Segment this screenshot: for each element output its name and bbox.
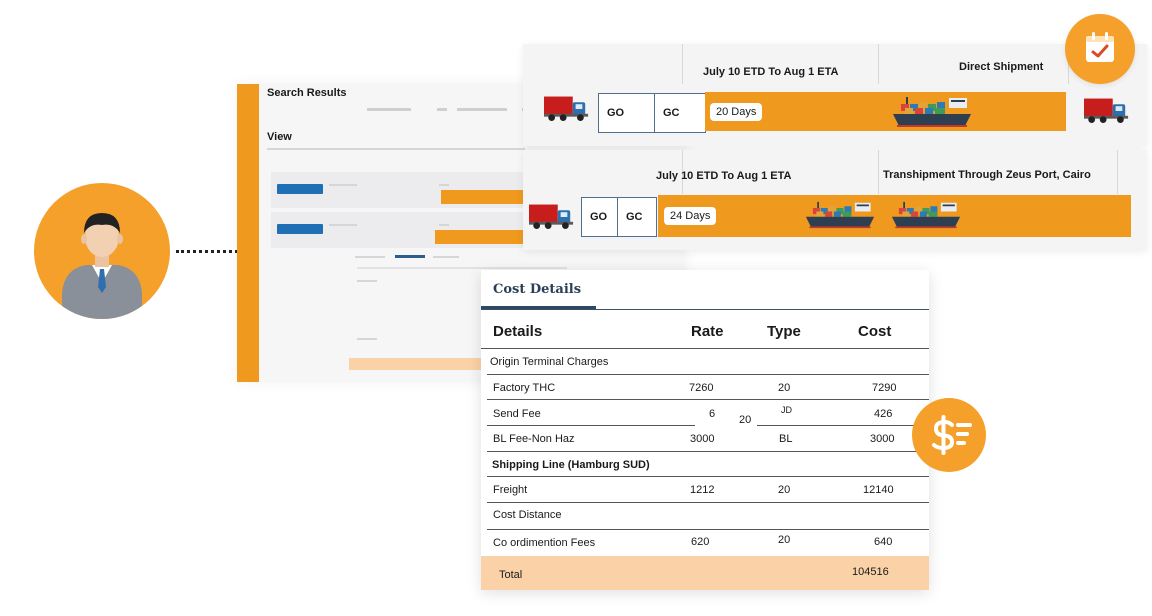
route-schedule: July 10 ETD To Aug 1 ETA — [656, 170, 792, 182]
placeholder-line — [367, 108, 411, 111]
panel-footer-strip — [349, 358, 485, 370]
result-chip — [277, 184, 323, 194]
row-divider — [487, 374, 929, 375]
total-cost: 104516 — [852, 566, 889, 578]
truck-icon — [529, 204, 575, 230]
search-results-title: Search Results — [267, 87, 347, 99]
row-divider — [757, 425, 929, 426]
placeholder-line — [329, 224, 357, 226]
cargo-ship-icon — [804, 201, 876, 229]
cargo-ship-icon — [890, 201, 962, 229]
panel-accent-bar — [237, 84, 259, 382]
destination-code: GC — [654, 93, 706, 133]
line-item-rate: 620 — [691, 536, 710, 548]
tab-line — [355, 256, 385, 258]
cost-details-card: Cost Details Details Rate Type Cost Orig… — [481, 270, 929, 590]
row-divider — [487, 399, 929, 400]
transit-days: 20 Days — [710, 103, 763, 121]
transit-days: 24 Days — [664, 207, 717, 225]
line-item-type: 20 — [778, 484, 791, 496]
destination-code: GC — [617, 197, 657, 237]
result-highlight — [441, 190, 525, 204]
line-item-type-unit: JD — [781, 405, 792, 415]
cost-details-title: Cost Details — [493, 282, 582, 297]
calendar-badge — [1065, 14, 1135, 84]
route-type: Transhipment Through Zeus Port, Cairo — [883, 169, 1091, 181]
line-item-rate: 3000 — [690, 433, 715, 445]
row-divider — [487, 476, 929, 477]
row-divider — [487, 529, 929, 530]
placeholder-line — [439, 224, 449, 226]
cost-badge — [912, 398, 986, 472]
divider — [357, 267, 567, 269]
row-divider — [481, 348, 929, 349]
route-transit-bar: 24 Days — [658, 195, 1131, 237]
line-item-label: Co ordimention Fees — [493, 537, 596, 549]
line-item-cost: 7290 — [872, 382, 897, 394]
column-divider — [878, 44, 879, 84]
line-item-rate: 7260 — [689, 382, 714, 394]
line-item-label: BL Fee-Non Haz — [493, 433, 575, 445]
active-tab-line — [395, 255, 425, 258]
avatar — [34, 183, 170, 319]
row-divider — [487, 451, 929, 452]
route-type: Direct Shipment — [959, 61, 1044, 73]
result-highlight — [435, 230, 525, 244]
route-row-direct[interactable]: July 10 ETD To Aug 1 ETA Direct Shipment… — [523, 44, 1147, 146]
total-label: Total — [499, 569, 523, 581]
title-rule — [481, 309, 929, 310]
placeholder-line — [357, 338, 377, 340]
connector-dots — [176, 250, 238, 253]
line-item-type: BL — [779, 433, 793, 445]
line-item-cost: 640 — [874, 536, 893, 548]
row-divider — [487, 425, 695, 426]
route-schedule: July 10 ETD To Aug 1 ETA — [703, 66, 839, 78]
section-label: Cost Distance — [493, 509, 562, 521]
column-divider — [1117, 150, 1118, 194]
businessman-avatar-icon — [62, 213, 142, 319]
header-rate: Rate — [691, 323, 724, 340]
placeholder-line — [439, 184, 449, 186]
dollar-cost-icon — [932, 415, 972, 455]
placeholder-line — [437, 108, 447, 111]
line-item-type: 20 — [739, 414, 752, 426]
route-row-transhipment[interactable]: July 10 ETD To Aug 1 ETA Transhipment Th… — [523, 150, 1147, 250]
line-item-cost: 426 — [874, 408, 893, 420]
view-label: View — [267, 131, 292, 143]
header-cost: Cost — [858, 323, 892, 340]
line-item-cost: 12140 — [863, 484, 894, 496]
header-details: Details — [493, 323, 543, 340]
row-divider — [487, 502, 929, 503]
divider — [267, 148, 525, 150]
truck-icon — [544, 96, 590, 122]
total-row: Total 104516 — [481, 556, 929, 590]
cargo-ship-icon — [891, 96, 973, 128]
section-label: Origin Terminal Charges — [490, 356, 609, 368]
line-item-label: Send Fee — [493, 408, 541, 420]
section-label: Shipping Line (Hamburg SUD) — [492, 459, 650, 471]
line-item-cost: 3000 — [870, 433, 895, 445]
line-item-label: Freight — [493, 484, 528, 496]
line-item-rate: 1212 — [690, 484, 715, 496]
line-item-type: 20 — [778, 382, 791, 394]
line-item-type: 20 — [778, 534, 791, 546]
line-item-label: Factory THC — [493, 382, 556, 394]
column-divider — [682, 44, 683, 84]
route-transit-bar: 20 Days — [705, 92, 1066, 131]
calendar-check-icon — [1086, 32, 1114, 62]
placeholder-line — [457, 108, 507, 111]
line-item-rate: 6 — [709, 408, 716, 420]
origin-code: GO — [598, 93, 656, 133]
placeholder-line — [329, 184, 357, 186]
header-type: Type — [767, 323, 801, 340]
placeholder-line — [357, 280, 377, 282]
tab-line — [433, 256, 459, 258]
truck-icon — [1084, 98, 1130, 124]
origin-code: GO — [581, 197, 621, 237]
result-chip — [277, 224, 323, 234]
column-divider — [878, 150, 879, 194]
